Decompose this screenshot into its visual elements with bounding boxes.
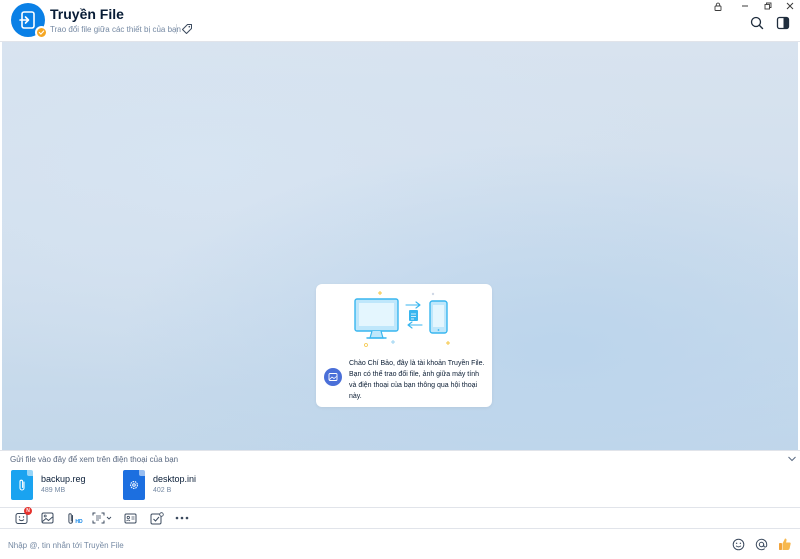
lock-icon[interactable] (711, 1, 725, 11)
conversation-title: Truyền File (50, 6, 124, 22)
mention-icon (755, 538, 767, 550)
tag-icon[interactable] (181, 23, 193, 35)
welcome-message: Chào Chí Bảo, đây là tài khoản Truyền Fi… (349, 360, 485, 400)
file-type-badge (123, 470, 145, 500)
file-item[interactable]: backup.reg 489 MB (11, 470, 86, 502)
message-composer (0, 528, 800, 559)
composer-toolbar: N HD (0, 507, 800, 528)
dropzone-label: Gửi file vào đây để xem trên điện thoại … (10, 455, 179, 464)
file-transfer-icon (19, 11, 35, 29)
screenshot-button[interactable] (92, 511, 112, 525)
file-size: 489 MB (41, 487, 66, 494)
image-icon (328, 373, 338, 381)
thumbs-up-button[interactable] (778, 537, 792, 551)
file-size: 402 B (153, 487, 172, 494)
contact-card-icon (124, 513, 136, 523)
emoji-icon (732, 538, 744, 550)
hd-label: HD (75, 518, 83, 525)
emoji-button[interactable] (731, 537, 745, 551)
file-name: backup.reg (41, 474, 86, 484)
device-sync-illustration (354, 291, 450, 347)
divider (176, 24, 177, 34)
search-icon[interactable] (749, 15, 765, 31)
image-icon (41, 512, 53, 524)
attach-file-button[interactable]: HD (66, 511, 84, 525)
sidebar-toggle-icon[interactable] (775, 15, 791, 31)
task-icon (150, 511, 164, 524)
file-name: desktop.ini (153, 474, 197, 484)
attachment-icon (19, 479, 25, 491)
contact-card-button[interactable] (123, 511, 137, 525)
new-badge: N (24, 507, 32, 515)
chat-area: Chào Chí Bảo, đây là tài khoản Truyền Fi… (2, 42, 798, 450)
conversation-avatar[interactable] (11, 3, 48, 39)
image-button[interactable] (40, 511, 54, 525)
task-button[interactable] (149, 511, 164, 525)
file-dropzone[interactable]: Gửi file vào đây để xem trên điện thoại … (0, 450, 800, 507)
screenshot-icon (92, 512, 112, 524)
settings-icon (130, 481, 138, 489)
sticker-button[interactable]: N (14, 507, 32, 525)
message-input[interactable] (8, 538, 708, 552)
minimize-icon[interactable] (738, 1, 752, 11)
conversation-subtitle: Trao đổi file giữa các thiết bị của bạn (50, 25, 181, 34)
bot-avatar (324, 368, 342, 386)
mention-button[interactable] (754, 537, 768, 551)
chevron-down-icon[interactable] (787, 455, 797, 463)
chat-header: Truyền File Trao đổi file giữa các thiết… (0, 0, 800, 42)
attachment-hd-icon (68, 512, 74, 524)
file-type-badge (11, 470, 33, 500)
restore-icon[interactable] (761, 1, 775, 11)
verified-badge-icon (35, 26, 48, 39)
thumbs-up-icon (779, 538, 791, 550)
more-button[interactable] (175, 511, 189, 525)
close-icon[interactable] (783, 1, 797, 11)
more-icon (175, 516, 189, 520)
welcome-card: Chào Chí Bảo, đây là tài khoản Truyền Fi… (316, 284, 492, 407)
file-item[interactable]: desktop.ini 402 B (123, 470, 196, 502)
